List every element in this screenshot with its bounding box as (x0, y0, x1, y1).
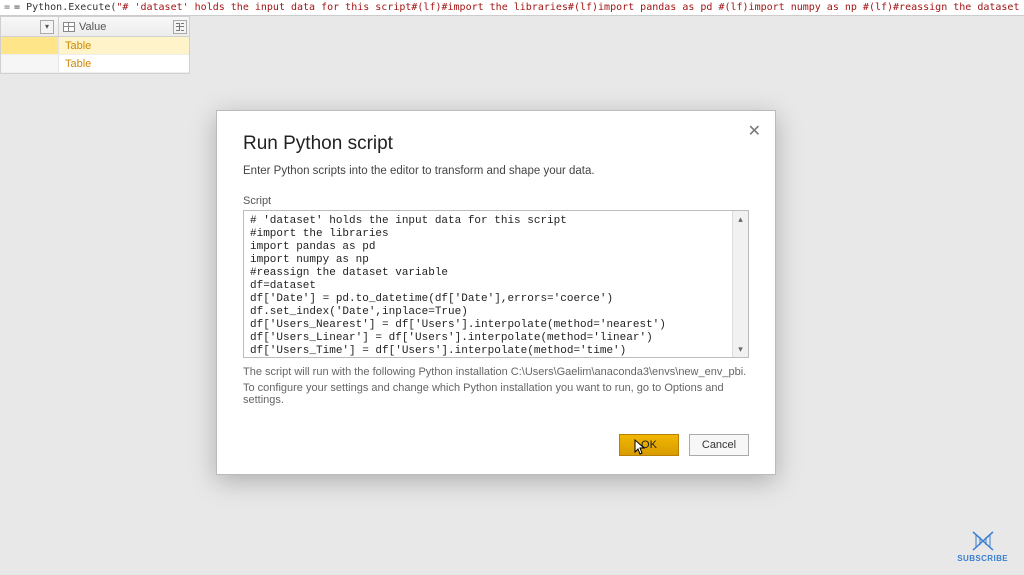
row-value: Table (59, 58, 189, 70)
dialog-subtitle: Enter Python scripts into the editor to … (243, 165, 749, 177)
formula-bar[interactable]: = = Python.Execute( "# 'dataset' holds t… (0, 0, 1024, 16)
cancel-button[interactable]: Cancel (689, 434, 749, 456)
subscribe-watermark: SUBSCRIBE (957, 530, 1008, 563)
dialog-title: Run Python script (243, 133, 749, 155)
ok-button-label: OK (641, 439, 657, 451)
preview-table: ▾ Value Table Table (0, 16, 190, 74)
table-header-value[interactable]: Value (59, 17, 189, 36)
formula-text-fn: = Python.Execute( (14, 2, 116, 13)
expand-icon[interactable] (173, 20, 187, 34)
install-path-note: The script will run with the following P… (243, 366, 749, 378)
script-editor[interactable]: # 'dataset' holds the input data for thi… (244, 211, 732, 357)
run-python-script-dialog: ✕ Run Python script Enter Python scripts… (216, 110, 776, 475)
table-header-index[interactable]: ▾ (1, 17, 59, 36)
close-icon[interactable]: ✕ (748, 121, 761, 141)
script-field-label: Script (243, 195, 749, 207)
formula-equals: = (4, 2, 10, 13)
script-editor-wrap: # 'dataset' holds the input data for thi… (243, 210, 749, 358)
table-row[interactable]: Table (1, 55, 189, 73)
row-value: Table (59, 40, 189, 52)
ok-button[interactable]: OK (619, 434, 679, 456)
row-index (1, 55, 59, 72)
subscribe-label: SUBSCRIBE (957, 554, 1008, 563)
column-header-label: Value (79, 21, 106, 33)
table-icon (63, 22, 75, 32)
dialog-button-row: OK Cancel (243, 434, 749, 456)
table-row[interactable]: Table (1, 37, 189, 55)
formula-text-string: "# 'dataset' holds the input data for th… (116, 2, 1024, 13)
scrollbar[interactable]: ▴ ▾ (732, 211, 748, 357)
index-dropdown-icon[interactable]: ▾ (40, 20, 54, 34)
dna-helix-icon (970, 530, 996, 552)
scroll-down-icon[interactable]: ▾ (733, 341, 748, 357)
table-header-row: ▾ Value (1, 17, 189, 37)
scroll-up-icon[interactable]: ▴ (733, 211, 748, 227)
cancel-button-label: Cancel (702, 439, 736, 451)
row-index (1, 37, 59, 54)
settings-note: To configure your settings and change wh… (243, 382, 749, 406)
